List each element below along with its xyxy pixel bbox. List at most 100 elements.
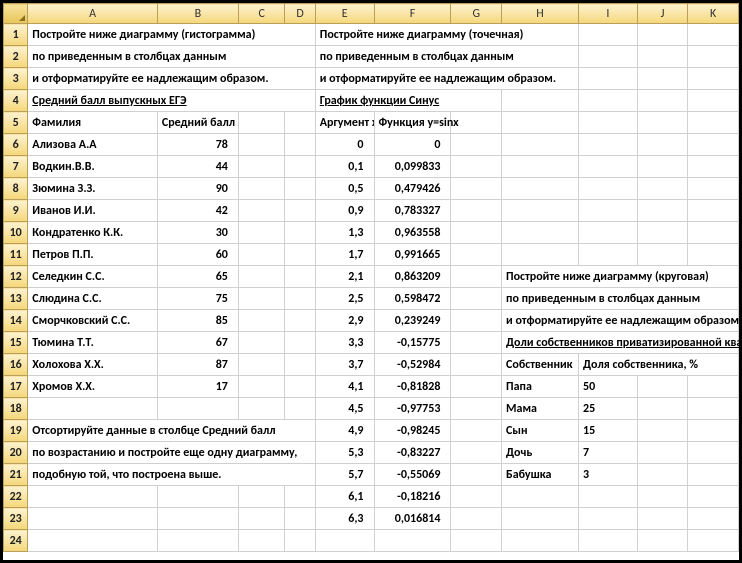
cell[interactable] xyxy=(578,156,637,178)
cell[interactable] xyxy=(285,354,315,376)
cell[interactable] xyxy=(637,134,688,156)
cell[interactable] xyxy=(688,156,739,178)
cell[interactable] xyxy=(688,24,739,46)
row[interactable]: 17 Хромов Х.Х. 17 4,1 -0,81828 Папа 50 xyxy=(4,376,739,398)
cell[interactable] xyxy=(637,178,688,200)
cell[interactable] xyxy=(637,398,688,420)
cell[interactable]: Постройте ниже диаграмму (точечная) xyxy=(315,24,578,46)
cell[interactable] xyxy=(637,508,688,530)
cell[interactable] xyxy=(688,442,739,464)
cell[interactable] xyxy=(578,68,637,90)
cell[interactable]: 0 xyxy=(374,134,451,156)
cell[interactable] xyxy=(502,486,579,508)
row-header[interactable]: 13 xyxy=(4,288,28,310)
cell[interactable]: Постройте ниже диаграмму (гистограмма) xyxy=(28,24,315,46)
row[interactable]: 24 xyxy=(4,530,739,552)
cell[interactable]: Ализова А.А xyxy=(28,134,158,156)
cell[interactable]: -0,98245 xyxy=(374,420,451,442)
cell[interactable] xyxy=(285,200,315,222)
cell[interactable] xyxy=(688,46,739,68)
cell[interactable]: 3 xyxy=(578,464,637,486)
cell[interactable]: Кондратенко К.К. xyxy=(28,222,158,244)
cell[interactable]: Средний балл выпускных ЕГЭ xyxy=(28,90,315,112)
cell[interactable] xyxy=(637,24,688,46)
cell[interactable]: -0,55069 xyxy=(374,464,451,486)
cell[interactable]: по приведенным в столбцах данным xyxy=(315,46,578,68)
cell[interactable]: 4,5 xyxy=(315,398,374,420)
cell[interactable]: -0,83227 xyxy=(374,442,451,464)
cell[interactable]: -0,81828 xyxy=(374,376,451,398)
cell[interactable]: Хромов Х.Х. xyxy=(28,376,158,398)
cell[interactable] xyxy=(285,486,315,508)
cell[interactable] xyxy=(238,310,285,332)
cell[interactable]: 3,7 xyxy=(315,354,374,376)
cell[interactable] xyxy=(285,508,315,530)
cell[interactable]: 17 xyxy=(157,376,238,398)
grid[interactable]: A B C D E F G H I J K 1 Постройте ниже д… xyxy=(3,3,739,552)
cell[interactable]: -0,97753 xyxy=(374,398,451,420)
cell[interactable] xyxy=(451,244,502,266)
row-header[interactable]: 11 xyxy=(4,244,28,266)
cell[interactable]: подобную той, что построена выше. xyxy=(28,464,315,486)
row-header[interactable]: 1 xyxy=(4,24,28,46)
cell[interactable] xyxy=(637,420,688,442)
cell[interactable] xyxy=(285,112,315,134)
cell[interactable]: Доли собственников приватизированной ква… xyxy=(502,332,739,354)
cell[interactable] xyxy=(28,508,158,530)
row[interactable]: 3 и отформатируйте ее надлежащим образом… xyxy=(4,68,739,90)
cell[interactable] xyxy=(688,200,739,222)
cell[interactable]: и отформатируйте ее надлежащим образом. xyxy=(28,68,315,90)
row[interactable]: 9 Иванов И.И. 42 0,9 0,783327 xyxy=(4,200,739,222)
cell[interactable] xyxy=(238,486,285,508)
cell[interactable]: -0,15775 xyxy=(374,332,451,354)
cell[interactable]: 78 xyxy=(157,134,238,156)
row-header[interactable]: 3 xyxy=(4,68,28,90)
column-header-row[interactable]: A B C D E F G H I J K xyxy=(4,4,739,24)
cell[interactable]: Функция y=sinx xyxy=(374,112,451,134)
cell[interactable]: 42 xyxy=(157,200,238,222)
row[interactable]: 15 Тюмина Т.Т. 67 3,3 -0,15775 Доли собс… xyxy=(4,332,739,354)
row-header[interactable]: 9 xyxy=(4,200,28,222)
cell[interactable]: 87 xyxy=(157,354,238,376)
cell[interactable] xyxy=(451,200,502,222)
cell[interactable]: 0,963558 xyxy=(374,222,451,244)
cell[interactable] xyxy=(28,398,158,420)
row-header[interactable]: 21 xyxy=(4,464,28,486)
cell[interactable] xyxy=(502,200,579,222)
cell[interactable]: Селедкин С.С. xyxy=(28,266,158,288)
row-header[interactable]: 14 xyxy=(4,310,28,332)
cell[interactable] xyxy=(637,68,688,90)
cell[interactable]: Бабушка xyxy=(502,464,579,486)
cell[interactable] xyxy=(637,376,688,398)
cell[interactable] xyxy=(502,508,579,530)
cell[interactable]: 5,3 xyxy=(315,442,374,464)
row[interactable]: 18 4,5 -0,97753 Мама 25 xyxy=(4,398,739,420)
cell[interactable] xyxy=(688,68,739,90)
cell[interactable]: 1,3 xyxy=(315,222,374,244)
cell[interactable]: Постройте ниже диаграмму (круговая) xyxy=(502,266,739,288)
cell[interactable]: 0,783327 xyxy=(374,200,451,222)
cell[interactable] xyxy=(637,442,688,464)
cell[interactable]: 0,239249 xyxy=(374,310,451,332)
cell[interactable]: 2,5 xyxy=(315,288,374,310)
cell[interactable]: 6,3 xyxy=(315,508,374,530)
row[interactable]: 13 Слюдина С.С. 75 2,5 0,598472 по приве… xyxy=(4,288,739,310)
cell[interactable] xyxy=(637,486,688,508)
cell[interactable]: и отформатируйте ее надлежащим образом. xyxy=(502,310,739,332)
row[interactable]: 20 по возрастанию и постройте еще одну д… xyxy=(4,442,739,464)
cell[interactable] xyxy=(637,244,688,266)
cell[interactable]: Отсортируйте данные в столбце Средний ба… xyxy=(28,420,315,442)
col-header-A[interactable]: A xyxy=(28,4,158,24)
row[interactable]: 6 Ализова А.А 78 0 0 xyxy=(4,134,739,156)
cell[interactable] xyxy=(688,508,739,530)
col-header-J[interactable]: J xyxy=(637,4,688,24)
cell[interactable]: 0,598472 xyxy=(374,288,451,310)
row-header[interactable]: 20 xyxy=(4,442,28,464)
cell[interactable]: 3,3 xyxy=(315,332,374,354)
cell[interactable]: 0,1 xyxy=(315,156,374,178)
cell[interactable]: и отформатируйте ее надлежащим образом. xyxy=(315,68,578,90)
cell[interactable]: 65 xyxy=(157,266,238,288)
cell[interactable] xyxy=(157,398,238,420)
row[interactable]: 4 Средний балл выпускных ЕГЭ График функ… xyxy=(4,90,739,112)
row[interactable]: 7 Водкин.В.В. 44 0,1 0,099833 xyxy=(4,156,739,178)
